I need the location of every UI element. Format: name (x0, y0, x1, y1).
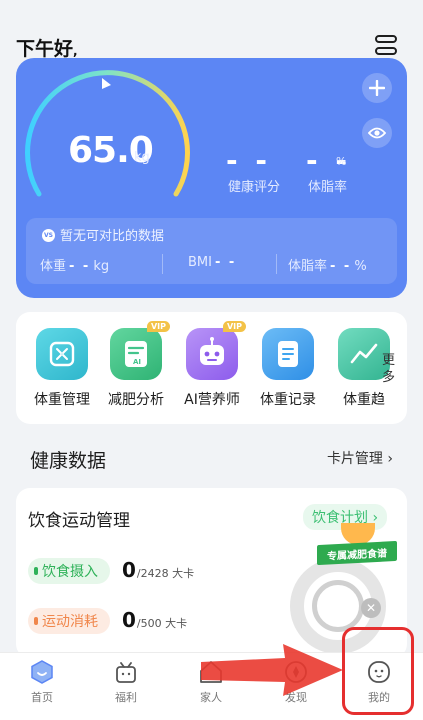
shortcut-panel: 体重管理 AI VIP 减肥分析 VIP AI营养师 体重记录 体重趋 更多 (16, 312, 407, 424)
body-fat-label: 体脂率 (308, 180, 348, 195)
recipe-promo[interactable]: 专属减肥食谱 (313, 523, 417, 581)
compare-bmi: BMI - - (188, 255, 237, 270)
body-fat-unit: % (336, 155, 347, 168)
gauge-pointer-icon (102, 78, 111, 89)
weight-unit: kg (134, 150, 150, 165)
shortcut-weight-record[interactable]: 体重记录 (248, 328, 328, 409)
scale-icon (36, 328, 88, 380)
eye-icon (368, 127, 386, 139)
nav-home[interactable]: 首页 (12, 659, 72, 705)
nav-label: 福利 (115, 691, 137, 704)
document-ai-icon: AI VIP (110, 321, 170, 380)
card-manage-link[interactable]: 卡片管理 › (327, 448, 393, 468)
shortcut-ai-nutritionist[interactable]: VIP AI营养师 (172, 321, 252, 409)
svg-text:AI: AI (133, 358, 141, 366)
nav-label: 首页 (31, 691, 53, 704)
shortcut-weight-management[interactable]: 体重管理 (22, 328, 102, 409)
burn-pill[interactable]: 运动消耗 (28, 608, 110, 634)
intake-pill[interactable]: 饮食摄入 (28, 558, 110, 584)
vip-badge: VIP (222, 321, 246, 332)
profile-highlight-box (342, 627, 414, 715)
health-score-value: - - (226, 144, 271, 177)
health-score-label: 健康评分 (228, 180, 281, 195)
shortcut-label: 体重记录 (260, 392, 316, 408)
shortcut-label: 减肥分析 (108, 392, 164, 408)
divider (276, 254, 277, 274)
burn-amount: 0/500 大卡 (122, 608, 188, 632)
shortcut-label: AI营养师 (184, 392, 240, 408)
vs-icon: VS (42, 229, 55, 242)
compare-weight: 体重 - - kg (40, 259, 110, 274)
promo-banner: 专属减肥食谱 (317, 540, 397, 566)
robot-icon: VIP (186, 321, 246, 380)
home-hexagon-icon (29, 659, 55, 685)
weight-card[interactable]: 65.0 kg - - 健康评分 - - % 体脂率 VS 暂无可对比的数据 体… (16, 58, 407, 298)
nav-benefits[interactable]: 福利 (96, 659, 156, 705)
intake-amount: 0/2428 大卡 (122, 558, 195, 582)
vip-badge: VIP (146, 321, 170, 332)
compare-panel: VS 暂无可对比的数据 体重 - - kg BMI - - 体脂率 - -% (26, 218, 397, 284)
card-title: 饮食运动管理 (28, 511, 130, 531)
add-record-button[interactable] (362, 73, 392, 103)
chevron-right-icon: › (387, 451, 393, 467)
plus-icon (369, 80, 385, 96)
arrow-right-icon (201, 644, 343, 696)
divider (162, 254, 163, 274)
menu-icon[interactable] (375, 35, 397, 55)
section-title: 健康数据 (30, 450, 107, 472)
gift-icon (113, 659, 139, 685)
more-shortcuts-link[interactable]: 更多 (382, 352, 398, 386)
shortcut-weight-loss-analysis[interactable]: AI VIP 减肥分析 (96, 321, 176, 409)
greeting: 下午好, (16, 38, 78, 60)
close-icon[interactable]: ✕ (361, 598, 381, 618)
shortcut-label: 体重趋 (343, 392, 385, 408)
compare-message: 暂无可对比的数据 (60, 229, 165, 244)
toggle-visibility-button[interactable] (362, 118, 392, 148)
shortcut-label: 体重管理 (34, 392, 90, 408)
notebook-icon (262, 328, 314, 380)
compare-body-fat: 体脂率 - -% (288, 259, 367, 274)
